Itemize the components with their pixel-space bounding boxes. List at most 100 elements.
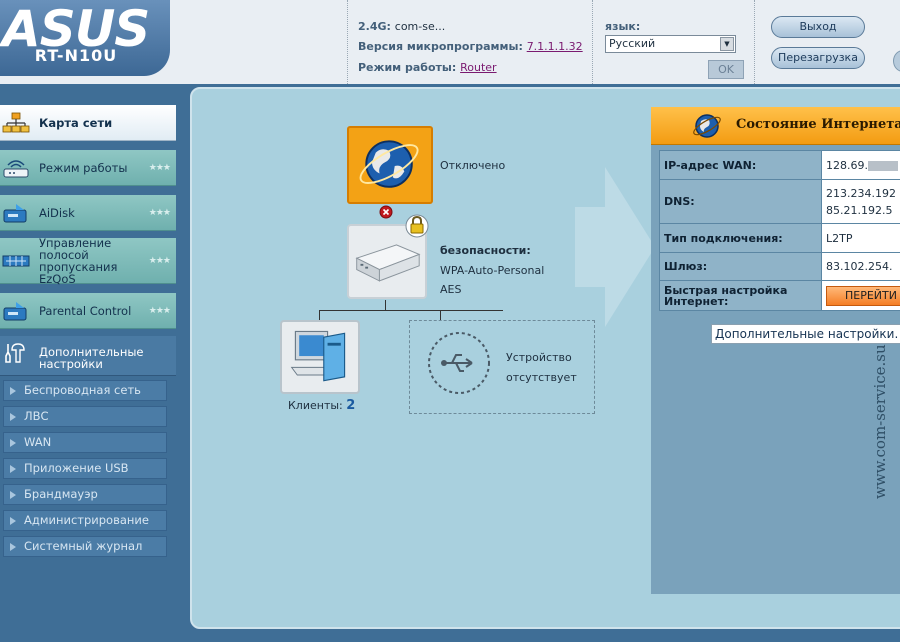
table-row: Шлюз: 83.102.254. xyxy=(659,252,900,281)
firmware-line: Версия микропрограммы: 7.1.1.1.32 xyxy=(358,40,583,53)
connector-line xyxy=(385,300,386,310)
sub-item-firewall[interactable]: Брандмауэр xyxy=(3,484,167,505)
mode-link[interactable]: Router xyxy=(460,61,496,74)
advanced-settings-header[interactable]: Дополнительные настройки xyxy=(0,336,176,376)
clients-button[interactable] xyxy=(280,320,360,394)
table-row: IP-адрес WAN: 128.69. xyxy=(659,150,900,180)
gateway-label: Шлюз: xyxy=(659,252,822,281)
globe-icon xyxy=(359,140,419,188)
stars-icon: ★★★ xyxy=(148,305,171,316)
ok-button[interactable]: OK xyxy=(708,60,744,79)
go-button[interactable]: ПЕРЕЙТИ xyxy=(826,285,900,306)
wan-ip-value: 128.69. xyxy=(821,150,900,180)
sidebar-item-label: AiDisk xyxy=(39,205,75,220)
language-selected: Русский xyxy=(609,37,656,50)
header-buttons: Выход Перезагрузка xyxy=(754,0,900,84)
quick-setup-label: Быстрая настройка Интернет: xyxy=(659,280,822,311)
security-label: безопасности: xyxy=(440,244,531,257)
router-mode-icon xyxy=(3,160,29,178)
clients-label: Клиенты: xyxy=(288,399,343,412)
logout-button[interactable]: Выход xyxy=(771,16,865,38)
dns-value: 213.234.192 85.21.192.5 xyxy=(821,179,900,224)
security-auth: WPA-Auto-Personal xyxy=(440,264,545,277)
firmware-label: Версия микропрограммы: xyxy=(358,40,523,53)
dns-label: DNS: xyxy=(659,179,822,224)
sidebar-item-parental-control[interactable]: Parental Control ★★★ xyxy=(0,293,176,329)
arrow-right-icon xyxy=(575,167,655,327)
redacted-block xyxy=(868,160,898,171)
table-row: Быстрая настройка Интернет: ПЕРЕЙТИ xyxy=(659,280,900,311)
sidebar-item-label: Управление полосой пропускания EzQoS xyxy=(39,235,118,286)
connector-line xyxy=(440,310,441,320)
qos-icon xyxy=(2,255,30,267)
sidebar-item-label: Карта сети xyxy=(39,115,113,130)
logo-block: ASUS RT-N10U xyxy=(0,0,170,76)
internet-status-text: Отключено xyxy=(440,159,506,172)
watermark-text: www.com-service.su xyxy=(871,344,889,499)
dns-primary: 213.234.192 xyxy=(826,186,896,200)
ssid-line: 2.4G: com-se... xyxy=(358,20,445,33)
mode-label: Режим работы: xyxy=(358,61,457,74)
wan-ip-label: IP-адрес WAN: xyxy=(659,150,822,180)
sidebar-item-ezqos[interactable]: Управление полосой пропускания EzQoS ★★★ xyxy=(0,235,176,286)
advanced-settings-select[interactable]: Дополнительные настройки. xyxy=(711,324,900,344)
footer-strip xyxy=(0,631,900,642)
router-info: 2.4G: com-se... Версия микропрограммы: 7… xyxy=(347,0,591,84)
usb-icon xyxy=(428,332,490,394)
gateway-value: 83.102.254. xyxy=(821,252,900,281)
internet-status-title: Состояние Интернета xyxy=(736,117,900,132)
dropdown-arrow-icon: ▼ xyxy=(720,37,734,51)
language-label: язык: xyxy=(605,20,641,33)
sub-item-usb-application[interactable]: Приложение USB xyxy=(3,458,167,479)
lock-icon xyxy=(405,214,429,238)
tools-icon xyxy=(5,343,25,363)
network-map-icon xyxy=(2,112,30,133)
mode-line: Режим работы: Router xyxy=(358,61,497,74)
language-select[interactable]: Русский ▼ xyxy=(605,35,736,53)
usb-device-button[interactable]: Устройство отсутствует xyxy=(409,320,595,414)
sub-item-lan[interactable]: ЛВС xyxy=(3,406,167,427)
sub-item-wan[interactable]: WAN xyxy=(3,432,167,453)
sidebar-item-aidisk[interactable]: AiDisk ★★★ xyxy=(0,195,176,231)
internet-status-button[interactable] xyxy=(347,126,433,204)
usb-status-line1: Устройство xyxy=(506,351,572,364)
internet-status-header: Состояние Интернета xyxy=(651,107,900,145)
sub-item-wireless[interactable]: Беспроводная сеть xyxy=(3,380,167,401)
quick-setup-cell: ПЕРЕЙТИ xyxy=(821,280,900,311)
ssid-value: com-se... xyxy=(394,20,446,33)
reboot-button[interactable]: Перезагрузка xyxy=(771,47,865,69)
parental-control-icon xyxy=(3,302,27,321)
sidebar: Карта сети Режим работы ★★★ AiDisk ★★★ У… xyxy=(0,88,186,642)
security-encryption: AES xyxy=(440,283,462,296)
usb-status-line2: отсутствует xyxy=(506,371,577,384)
table-row: Тип подключения: L2TP xyxy=(659,223,900,253)
connector-line xyxy=(319,310,320,320)
aidisk-icon xyxy=(3,204,27,223)
sidebar-item-network-map[interactable]: Карта сети xyxy=(0,105,176,141)
internet-status-panel: Состояние Интернета IP-адрес WAN: 128.69… xyxy=(651,107,900,594)
connection-type-value: L2TP xyxy=(821,223,900,253)
ssid-label: 2.4G: xyxy=(358,20,391,33)
clients-caption: Клиенты: 2 xyxy=(288,398,355,413)
router-model: RT-N10U xyxy=(34,46,118,65)
stars-icon: ★★★ xyxy=(148,207,171,218)
disconnected-icon xyxy=(379,205,393,219)
internet-status-table: IP-адрес WAN: 128.69. DNS: 213.234.192 8… xyxy=(659,150,900,311)
sub-item-system-log[interactable]: Системный журнал xyxy=(3,536,167,557)
connection-type-label: Тип подключения: xyxy=(659,223,822,253)
stars-icon: ★★★ xyxy=(148,162,171,173)
header: ASUS RT-N10U 2.4G: com-se... Версия микр… xyxy=(0,0,900,84)
globe-icon xyxy=(693,114,721,138)
dns-secondary: 85.21.192.5 xyxy=(826,203,893,217)
clients-count: 2 xyxy=(346,398,356,413)
table-row: DNS: 213.234.192 85.21.192.5 xyxy=(659,179,900,224)
network-map-panel: Отключено безопасности: WPA-Auto-Persona… xyxy=(190,87,900,629)
firmware-link[interactable]: 7.1.1.1.32 xyxy=(527,40,583,53)
connector-line xyxy=(319,310,503,311)
advanced-settings-label: Дополнительные настройки xyxy=(39,345,144,371)
sidebar-item-label: Parental Control xyxy=(39,303,132,318)
sub-item-administration[interactable]: Администрирование xyxy=(3,510,167,531)
computer-icon xyxy=(290,330,346,382)
sidebar-item-operation-mode[interactable]: Режим работы ★★★ xyxy=(0,150,176,186)
stars-icon: ★★★ xyxy=(148,255,171,266)
